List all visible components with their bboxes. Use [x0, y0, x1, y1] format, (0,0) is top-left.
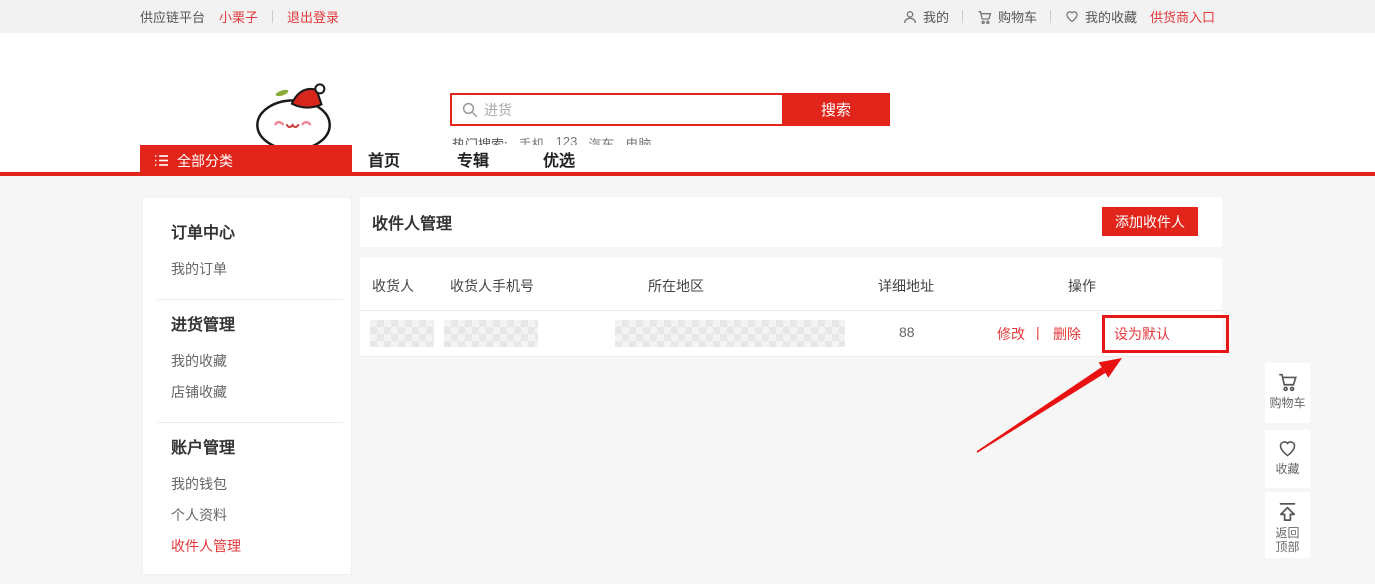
table-row: 88 修改 | 删除 设为默认	[360, 311, 1222, 356]
float-favorite-button[interactable]: 收藏	[1265, 430, 1310, 488]
add-recipient-button[interactable]: 添加收件人	[1102, 207, 1198, 236]
sidebar-divider	[157, 299, 343, 300]
page-title: 收件人管理	[372, 210, 452, 234]
action-separator: |	[1036, 324, 1040, 340]
sidebar-group-order-center: 订单中心	[171, 224, 351, 244]
cart-icon	[1276, 371, 1299, 393]
float-favorite-label: 收藏	[1268, 462, 1308, 476]
back-to-top-button[interactable]: 返回顶部	[1265, 492, 1310, 558]
redacted-consignee	[370, 320, 434, 347]
topbar-divider	[1050, 10, 1051, 23]
user-icon	[902, 9, 918, 25]
sidebar-group-account-mgmt: 账户管理	[171, 439, 351, 459]
col-header-consignee: 收货人	[372, 276, 414, 296]
col-header-actions: 操作	[1068, 276, 1096, 296]
sidebar-item-my-orders[interactable]: 我的订单	[171, 260, 351, 278]
sidebar-item-my-wallet[interactable]: 我的钱包	[171, 475, 351, 493]
redacted-phone	[444, 320, 538, 347]
topbar-right: 我的 购物车 我的收藏 供货商入口	[902, 0, 1215, 33]
back-to-top-icon	[1276, 500, 1299, 523]
topbar-left: 供应链平台 小栗子 退出登录	[140, 0, 339, 33]
topbar-divider	[962, 10, 963, 23]
sidebar: 订单中心 我的订单 进货管理 我的收藏 店铺收藏 账户管理 我的钱包 个人资料 …	[142, 197, 352, 575]
sidebar-item-shop-favorites[interactable]: 店铺收藏	[171, 383, 351, 401]
all-categories-button[interactable]: 全部分类	[140, 145, 352, 176]
nav-link-home[interactable]: 首页	[368, 147, 400, 171]
all-categories-label: 全部分类	[177, 151, 233, 171]
float-cart-label: 购物车	[1268, 396, 1308, 410]
topbar: 供应链平台 小栗子 退出登录 我的 购物车 我的收藏 供货商入口	[0, 0, 1375, 33]
nav-link-album[interactable]: 专辑	[457, 147, 489, 171]
nav-link-preferred[interactable]: 优选	[543, 147, 575, 171]
col-header-phone: 收货人手机号	[450, 276, 534, 296]
search-bar: 搜索	[450, 93, 890, 126]
float-cart-button[interactable]: 购物车	[1265, 363, 1310, 423]
logo-mascot-icon	[248, 79, 344, 153]
header: 搜索 热门搜索: 手机 123 汽车 电脑	[0, 33, 1375, 145]
back-to-top-label: 返回顶部	[1274, 526, 1302, 554]
sidebar-item-recipient-mgmt[interactable]: 收件人管理	[171, 537, 351, 555]
topbar-divider	[272, 10, 273, 23]
edit-link[interactable]: 修改	[997, 324, 1025, 344]
redacted-region	[615, 320, 845, 347]
favorites-link[interactable]: 我的收藏	[1064, 7, 1137, 26]
heart-icon	[1276, 438, 1299, 459]
platform-label: 供应链平台	[140, 7, 205, 26]
menu-icon	[154, 154, 169, 167]
my-account-label: 我的	[923, 7, 949, 26]
search-button[interactable]: 搜索	[782, 93, 890, 126]
search-input-wrap	[452, 95, 782, 124]
username-link[interactable]: 小栗子	[219, 7, 258, 26]
favorites-label: 我的收藏	[1085, 7, 1137, 26]
cell-address: 88	[899, 324, 915, 340]
cart-label: 购物车	[998, 7, 1037, 26]
search-input[interactable]	[452, 95, 782, 124]
page-title-card: 收件人管理 添加收件人	[360, 197, 1222, 247]
recipient-table: 收货人 收货人手机号 所在地区 详细地址 操作 88 修改 | 删除 设为默认	[360, 258, 1222, 357]
sidebar-group-purchase-mgmt: 进货管理	[171, 316, 351, 336]
heart-icon	[1064, 9, 1080, 24]
sidebar-item-profile[interactable]: 个人资料	[171, 506, 351, 524]
cart-icon	[976, 9, 993, 25]
site-logo[interactable]	[248, 79, 344, 153]
sidebar-divider	[157, 422, 343, 423]
supplier-entry-link[interactable]: 供货商入口	[1150, 7, 1215, 26]
search-icon	[461, 101, 479, 119]
sidebar-item-my-favorites[interactable]: 我的收藏	[171, 352, 351, 370]
set-default-link[interactable]: 设为默认	[1114, 324, 1170, 344]
my-account-link[interactable]: 我的	[902, 7, 949, 26]
table-header-row: 收货人 收货人手机号 所在地区 详细地址 操作	[360, 258, 1222, 311]
col-header-region: 所在地区	[648, 276, 704, 296]
delete-link[interactable]: 删除	[1053, 324, 1081, 344]
logout-link[interactable]: 退出登录	[287, 7, 339, 26]
col-header-address: 详细地址	[878, 276, 934, 296]
cart-link[interactable]: 购物车	[976, 7, 1037, 26]
